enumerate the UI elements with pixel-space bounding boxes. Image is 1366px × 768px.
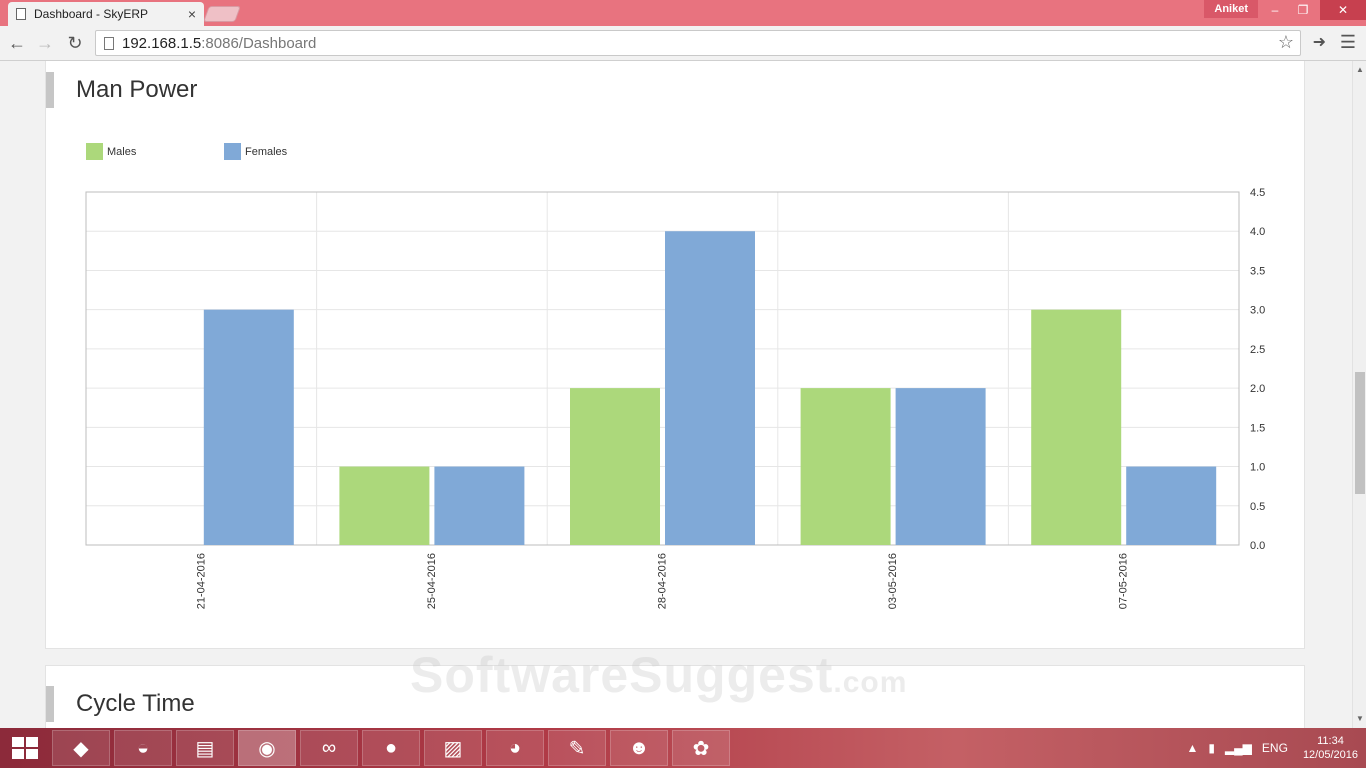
y-tick-label: 1.5 [1250, 422, 1265, 434]
windows-logo-icon [12, 737, 38, 759]
scroll-thumb[interactable] [1355, 372, 1365, 494]
reload-icon[interactable]: ↻ [63, 31, 87, 55]
x-tick-label: 25-04-2016 [426, 553, 438, 609]
y-tick-label: 0.5 [1250, 501, 1265, 513]
taskbar: ◆ ◒ ▤ ◉ ∞ ● ▨ ◕ ✎ ☻ ✿ ▲ ▮ ▂▄▆ ENG 11:34 12/05/2016 [0, 728, 1366, 768]
x-tick-label: 21-04-2016 [195, 553, 207, 609]
taskbar-app-firefox[interactable]: ● [362, 730, 420, 766]
window-close-icon[interactable]: ✕ [1320, 0, 1366, 20]
close-tab-icon[interactable]: × [188, 6, 196, 22]
forward-arrow-icon[interactable]: → [33, 31, 57, 55]
battery-icon[interactable]: ▮ [1208, 741, 1215, 755]
bookmark-star-icon[interactable]: ☆ [1278, 32, 1294, 53]
x-tick-label: 07-05-2016 [1118, 553, 1130, 609]
man-power-panel: Man Power Males Females 0.0 0.5 1.0 1.5 2.0 2… [45, 61, 1305, 649]
bar-females [665, 231, 755, 545]
taskbar-app-paint[interactable]: ✿ [672, 730, 730, 766]
taskbar-app-notepad-[interactable]: ✎ [548, 730, 606, 766]
bar-males [800, 388, 891, 545]
y-tick-label: 1.0 [1250, 462, 1265, 474]
bar-males [339, 466, 430, 545]
panel-accent-bar [46, 686, 54, 722]
taskbar-app-hamster-app[interactable]: ◕ [486, 730, 544, 766]
bar-females [434, 466, 525, 545]
language-indicator[interactable]: ENG [1262, 741, 1288, 755]
y-tick-label: 3.5 [1250, 265, 1265, 277]
page-info-icon[interactable] [104, 36, 114, 50]
system-tray: ▲ ▮ ▂▄▆ ENG 11:34 12/05/2016 [1181, 728, 1366, 768]
page-icon [16, 8, 26, 20]
x-tick-label: 03-05-2016 [887, 553, 899, 609]
taskbar-app-mysql[interactable]: ◒ [114, 730, 172, 766]
vertical-scrollbar[interactable]: ▲ ▼ [1352, 61, 1366, 728]
watermark-suffix: .com [833, 666, 908, 699]
taskbar-app-sticky-notes[interactable]: ▨ [424, 730, 482, 766]
url-host: 192.168.1.5 [122, 34, 202, 52]
title-bar: Dashboard - SkyERP × Aniket – ❐ ✕ [0, 0, 1366, 26]
profile-button[interactable]: Aniket [1204, 0, 1258, 18]
watermark-text: SoftwareSuggest [410, 647, 834, 703]
bar-females [895, 388, 986, 545]
clock-date: 12/05/2016 [1302, 749, 1358, 761]
address-bar[interactable]: 192.168.1.5:8086/Dashboard ☆ [95, 30, 1301, 56]
clock-time: 11:34 [1317, 735, 1344, 747]
url-path: :8086/Dashboard [201, 34, 317, 52]
watermark: SoftwareSuggest.com [410, 646, 907, 704]
page-content: Man Power Males Females 0.0 0.5 1.0 1.5 2.0 2… [0, 61, 1352, 728]
x-tick-label: 28-04-2016 [657, 553, 669, 609]
taskbar-app-people-app[interactable]: ☻ [610, 730, 668, 766]
y-tick-label: 2.0 [1250, 383, 1265, 395]
y-tick-label: 3.0 [1250, 305, 1265, 317]
new-tab-button[interactable] [203, 6, 241, 22]
y-tick-label: 2.5 [1250, 344, 1265, 356]
y-tick-label: 0.0 [1250, 540, 1265, 552]
back-arrow-icon[interactable]: ← [5, 31, 29, 55]
tray-expand-icon[interactable]: ▲ [1186, 741, 1198, 755]
taskbar-app-chrome[interactable]: ◉ [238, 730, 296, 766]
scroll-up-icon[interactable]: ▲ [1353, 63, 1366, 77]
extension-icon[interactable]: ➜ [1313, 32, 1326, 52]
bar-males [570, 388, 660, 545]
y-tick-label: 4.0 [1250, 226, 1265, 238]
network-signal-icon[interactable]: ▂▄▆ [1225, 741, 1252, 755]
taskbar-app-file-explorer[interactable]: ▤ [176, 730, 234, 766]
man-power-chart: 0.0 0.5 1.0 1.5 2.0 2.5 3.0 3.5 4.0 4.5 21-04-2016… [85, 187, 1265, 609]
restore-icon[interactable]: ❐ [1288, 0, 1318, 20]
taskbar-app-visual-studio[interactable]: ◆ [52, 730, 110, 766]
menu-icon[interactable]: ☰ [1340, 32, 1356, 53]
taskbar-app-infinity-app[interactable]: ∞ [300, 730, 358, 766]
y-tick-label: 4.5 [1250, 187, 1265, 199]
bar-males [1031, 309, 1122, 545]
minimize-icon[interactable]: – [1260, 0, 1290, 20]
scroll-down-icon[interactable]: ▼ [1353, 712, 1366, 726]
tab-title: Dashboard - SkyERP [34, 7, 149, 21]
start-button[interactable] [0, 728, 50, 768]
clock[interactable]: 11:34 12/05/2016 [1303, 734, 1358, 762]
browser-toolbar: ← → ↻ 192.168.1.5:8086/Dashboard ☆ ➜ ☰ [0, 26, 1366, 61]
bar-females [203, 309, 294, 545]
browser-tab[interactable]: Dashboard - SkyERP × [8, 2, 204, 26]
bar-females [1126, 466, 1217, 545]
panel-title: Cycle Time [76, 690, 195, 717]
